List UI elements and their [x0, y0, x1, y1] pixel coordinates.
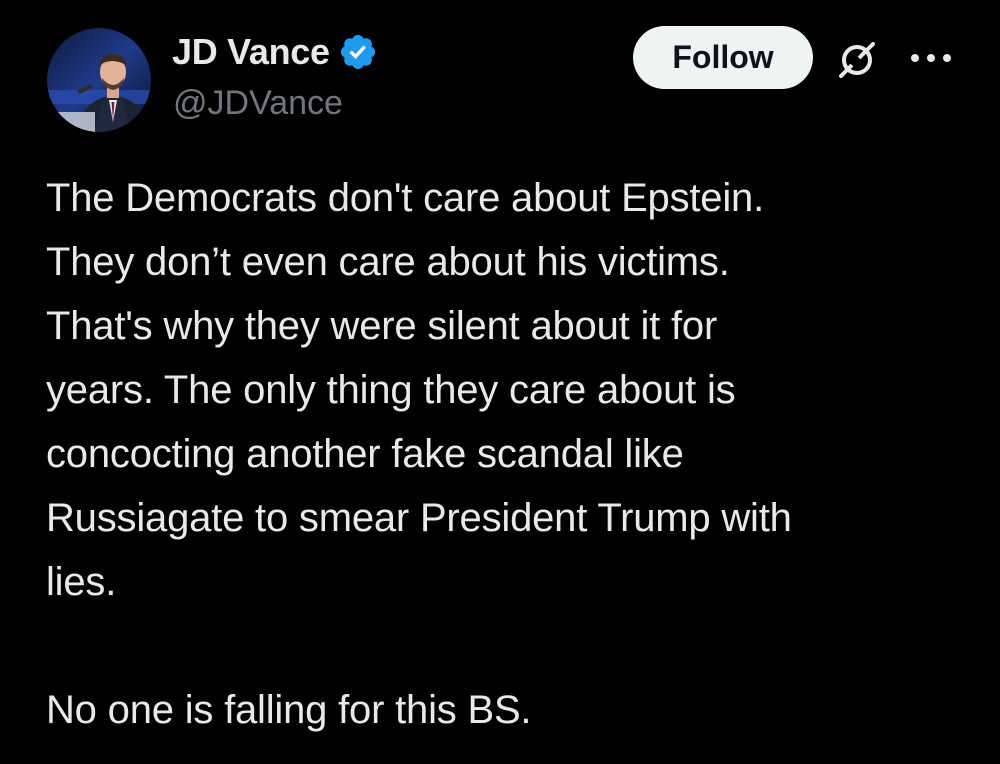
tweet: JD Vance @JDVance Follow The Democrats d…	[0, 0, 1000, 764]
tweet-paragraph-1: The Democrats don't care about Epstein. …	[46, 176, 792, 604]
handle[interactable]: @JDVance	[173, 84, 343, 123]
grok-icon[interactable]	[835, 38, 879, 82]
author-row: JD Vance	[172, 30, 378, 74]
follow-button[interactable]: Follow	[633, 26, 813, 89]
tweet-text: The Democrats don't care about Epstein. …	[46, 166, 976, 742]
display-name[interactable]: JD Vance	[172, 31, 330, 73]
avatar-photo	[47, 28, 151, 132]
tweet-paragraph-2: No one is falling for this BS.	[46, 688, 532, 732]
avatar[interactable]	[47, 28, 151, 132]
more-options-icon[interactable]	[908, 46, 954, 70]
verified-badge-icon[interactable]	[338, 32, 378, 72]
